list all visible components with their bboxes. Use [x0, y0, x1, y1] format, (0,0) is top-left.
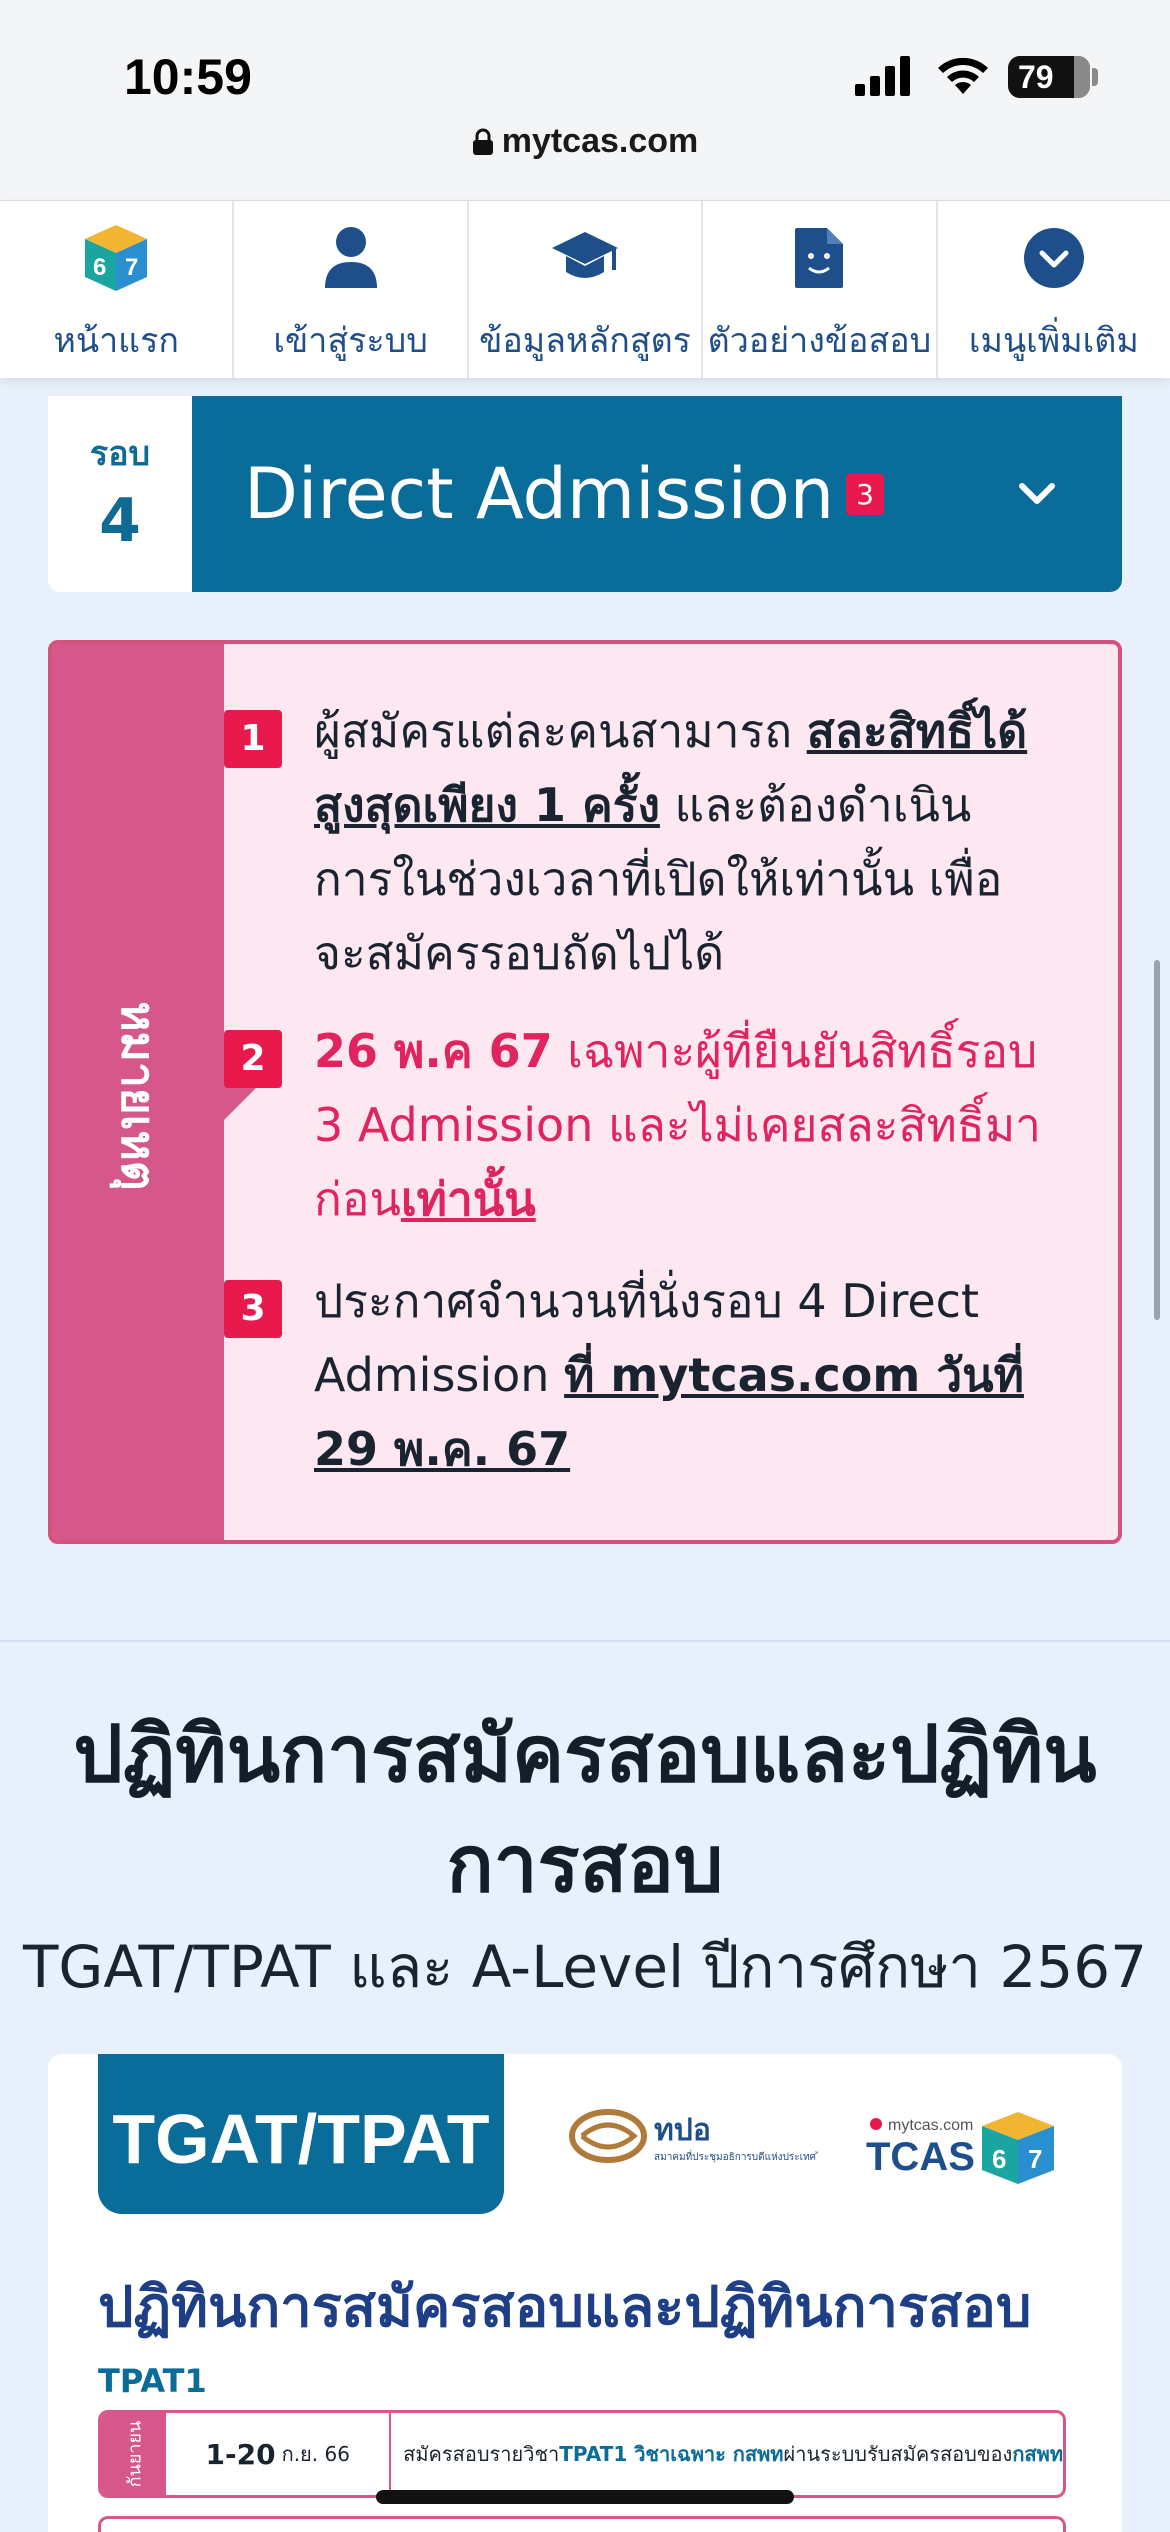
- round-label: รอบ: [89, 434, 151, 474]
- url-bar[interactable]: mytcas.com: [0, 122, 1170, 161]
- note-item: 1 ผู้สมัครแต่ละคนสามารถ สละสิทธิ์ได้สูงส…: [224, 694, 1044, 990]
- svg-text:6: 6: [992, 2144, 1006, 2174]
- schedule-desc-text: ผ่านระบบรับสมัครสอบของ: [783, 2442, 1013, 2466]
- section-title-line: การสอบ: [446, 1820, 724, 1910]
- schedule-row: กันยายน 1-20 ก.ย. 66 สมัครสอบรายวิชา TPAT…: [98, 2410, 1066, 2498]
- status-bar: 10:59 79 mytcas.com: [0, 0, 1170, 200]
- round-4-card: รอบ 4 Direct Admission 3: [48, 396, 1122, 592]
- note-date: 26 พ.ค 67: [314, 1024, 553, 1078]
- main-nav: 6 7 หน้าแรก เข้าสู่ระบบ ข้อมูลหลักสูตร ต…: [0, 200, 1170, 378]
- svg-text:7: 7: [1028, 2144, 1042, 2174]
- schedule-desc-highlight: กสพท: [1012, 2442, 1063, 2466]
- battery-icon: 79: [1008, 56, 1090, 98]
- tcas-logo-text: TCAS: [866, 2135, 975, 2179]
- poster-title: ปฏิทินการสมัครสอบและปฏิทินการสอบ: [98, 2275, 1032, 2340]
- notes-label: หมายเหตุ: [111, 1001, 166, 1191]
- schedule-month-text: กันยายน: [124, 2420, 146, 2488]
- section-title-line: ปฏิทินการสมัครสอบและปฏิทิน: [73, 1710, 1097, 1800]
- schedule-row: [98, 2516, 1066, 2532]
- nav-item-sample-exams[interactable]: ตัวอย่างข้อสอบ: [703, 201, 938, 378]
- svg-text:7: 7: [125, 254, 138, 281]
- svg-text:6: 6: [93, 254, 106, 281]
- schedule-date-suffix: ก.ย. 66: [281, 2442, 350, 2466]
- nav-label-home: หน้าแรก: [53, 321, 179, 361]
- nav-item-login[interactable]: เข้าสู่ระบบ: [234, 201, 469, 378]
- home-indicator[interactable]: [376, 2490, 794, 2504]
- tcas-logo: mytcas.com TCAS 6 7: [866, 2106, 1076, 2190]
- note-number: 1: [224, 710, 282, 768]
- nav-item-more-menu[interactable]: เมนูเพิ่มเติม: [938, 201, 1170, 378]
- scrollbar[interactable]: [1154, 960, 1160, 1320]
- hnao-logo: ทปอ สมาคมที่ประชุมอธิการบดีแห่งประเทศไทย: [568, 2104, 834, 2178]
- tcas67-cube-icon: 6 7: [83, 223, 149, 293]
- notes-box: หมายเหตุ 1 ผู้สมัครแต่ละคนสามารถ สละสิทธ…: [48, 640, 1122, 1544]
- note-item: 2 26 พ.ค 67 เฉพาะผู้ที่ยืนยันสิทธิ์รอบ 3…: [224, 1014, 1044, 1236]
- tpat-label: TPAT1: [98, 2362, 207, 2400]
- section-title: ปฏิทินการสมัครสอบและปฏิทิน การสอบ: [0, 1700, 1170, 1920]
- round-number-tag: รอบ 4: [48, 396, 192, 592]
- round-footnote-badge: 3: [846, 473, 884, 515]
- schedule-desc-text: สมัครสอบรายวิชา: [403, 2442, 560, 2466]
- nav-label-more-menu: เมนูเพิ่มเติม: [968, 321, 1139, 361]
- note-number: 2: [224, 1030, 282, 1088]
- schedule-poster[interactable]: TGAT/TPAT ทปอ สมาคมที่ประชุมอธิการบดีแห่…: [48, 2054, 1122, 2532]
- nav-label-courses: ข้อมูลหลักสูตร: [479, 321, 691, 361]
- nav-label-login: เข้าสู่ระบบ: [273, 321, 428, 361]
- status-time: 10:59: [124, 49, 252, 105]
- schedule-date: 1-20 ก.ย. 66: [166, 2413, 392, 2495]
- hnao-logo-subtext: สมาคมที่ประชุมอธิการบดีแห่งประเทศไทย: [654, 2149, 818, 2163]
- schedule-description: สมัครสอบรายวิชา TPAT1 วิชาเฉพาะ กสพท ผ่า…: [391, 2413, 1063, 2495]
- note-text: ผู้สมัครแต่ละคนสามารถ: [314, 704, 807, 758]
- user-icon: [323, 223, 379, 293]
- schedule-date-range: 1-20: [205, 2437, 276, 2471]
- tcas-logo-site: mytcas.com: [888, 2117, 973, 2134]
- note-item: 3 ประกาศจำนวนที่นั่งรอบ 4 Direct Admissi…: [224, 1264, 1044, 1486]
- nav-item-home[interactable]: 6 7 หน้าแรก: [0, 201, 235, 378]
- schedule-month: กันยายน: [101, 2413, 167, 2495]
- section-subtitle: TGAT/TPAT และ A-Level ปีการศึกษา 2567: [22, 1933, 1148, 2001]
- note-number: 3: [224, 1280, 282, 1338]
- url-text: mytcas.com: [501, 122, 699, 160]
- round-accordion-header[interactable]: Direct Admission 3: [192, 396, 1122, 592]
- chevron-down-circle-icon: [1023, 223, 1085, 293]
- cellular-signal-icon: [855, 56, 910, 96]
- round-title: Direct Admission: [244, 453, 835, 535]
- nav-label-sample-exams: ตัวอย่างข้อสอบ: [707, 321, 932, 361]
- battery-level: 79: [1018, 59, 1054, 95]
- chevron-down-icon[interactable]: [1016, 472, 1058, 514]
- document-face-icon: [793, 223, 845, 293]
- poster-tab: TGAT/TPAT: [98, 2054, 504, 2214]
- schedule-desc-highlight: TPAT1 วิชาเฉพาะ กสพท: [559, 2442, 784, 2466]
- wifi-icon: [938, 57, 988, 94]
- round-number: 4: [99, 486, 141, 556]
- hnao-logo-text: ทปอ: [654, 2113, 711, 2148]
- graduation-cap-icon: [550, 223, 620, 293]
- note-highlight: เท่านั้น: [400, 1172, 536, 1226]
- lock-icon: [472, 128, 493, 155]
- nav-item-courses[interactable]: ข้อมูลหลักสูตร: [469, 201, 704, 378]
